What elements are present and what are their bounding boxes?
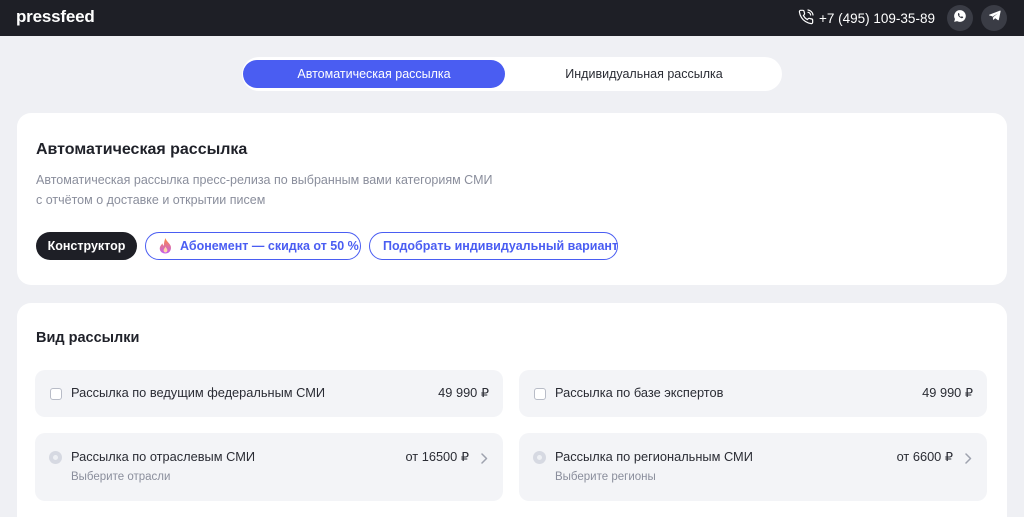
- subscription-label: Абонемент — скидка от 50 %: [180, 239, 359, 253]
- top-bar: pressfeed +7 (495) 109-35-89: [0, 0, 1024, 36]
- pill-group: Конструктор Абонемент — скидка от 50 % П…: [36, 232, 626, 260]
- intro-description-line-2: с отчётом о доставке и открытии писем: [36, 193, 266, 207]
- option-label: Рассылка по отраслевым СМИ: [71, 449, 256, 464]
- phone-icon: [798, 8, 819, 28]
- option-regional-media[interactable]: Рассылка по региональным СМИ Выберите ре…: [519, 433, 987, 501]
- constructor-button[interactable]: Конструктор: [36, 232, 137, 260]
- radio-indicator[interactable]: [533, 451, 546, 464]
- option-experts-base[interactable]: Рассылка по базе экспертов 49 990 ₽: [519, 370, 987, 417]
- option-label: Рассылка по базе экспертов: [555, 385, 724, 400]
- option-price: от 6600 ₽: [896, 449, 953, 464]
- fire-icon: [159, 238, 172, 254]
- option-industry-media[interactable]: Рассылка по отраслевым СМИ Выберите отра…: [35, 433, 503, 501]
- checkbox[interactable]: [50, 387, 62, 400]
- tab-automatic[interactable]: Автоматическая рассылка: [243, 60, 505, 88]
- chevron-right-icon[interactable]: [965, 451, 972, 469]
- telegram-icon: [988, 9, 1001, 27]
- option-federal-media[interactable]: Рассылка по ведущим федеральным СМИ 49 9…: [35, 370, 503, 417]
- mailing-type-title: Вид рассылки: [36, 330, 140, 346]
- option-price: от 16500 ₽: [405, 449, 469, 464]
- intro-description: Автоматическая рассылка пресс-релиза по …: [36, 170, 556, 210]
- phone-number: +7 (495) 109-35-89: [819, 10, 935, 26]
- radio-indicator[interactable]: [49, 451, 62, 464]
- whatsapp-icon: [953, 9, 967, 28]
- telegram-button[interactable]: [981, 5, 1007, 31]
- option-price: 49 990 ₽: [922, 385, 973, 400]
- intro-card: Автоматическая рассылка Автоматическая р…: [17, 113, 1007, 285]
- option-sublabel: Выберите отрасли: [71, 471, 171, 483]
- option-label: Рассылка по региональным СМИ: [555, 449, 753, 464]
- intro-title: Автоматическая рассылка: [36, 141, 248, 158]
- option-sublabel: Выберите регионы: [555, 471, 656, 483]
- mailing-type-card: Вид рассылки Рассылка по ведущим федерал…: [17, 303, 1007, 517]
- subscription-button[interactable]: Абонемент — скидка от 50 %: [145, 232, 361, 260]
- tab-individual[interactable]: Индивидуальная рассылка: [510, 60, 778, 88]
- intro-description-line-1: Автоматическая рассылка пресс-релиза по …: [36, 173, 493, 187]
- whatsapp-button[interactable]: [947, 5, 973, 31]
- logo[interactable]: pressfeed: [16, 7, 95, 27]
- mailing-type-toggle: Автоматическая рассылка Индивидуальная р…: [242, 57, 782, 91]
- option-label: Рассылка по ведущим федеральным СМИ: [71, 385, 326, 400]
- phone-link[interactable]: +7 (495) 109-35-89: [798, 8, 935, 28]
- checkbox[interactable]: [534, 387, 546, 400]
- individual-offer-button[interactable]: Подобрать индивидуальный вариант: [369, 232, 618, 260]
- option-price: 49 990 ₽: [438, 385, 489, 400]
- chevron-right-icon[interactable]: [481, 451, 488, 469]
